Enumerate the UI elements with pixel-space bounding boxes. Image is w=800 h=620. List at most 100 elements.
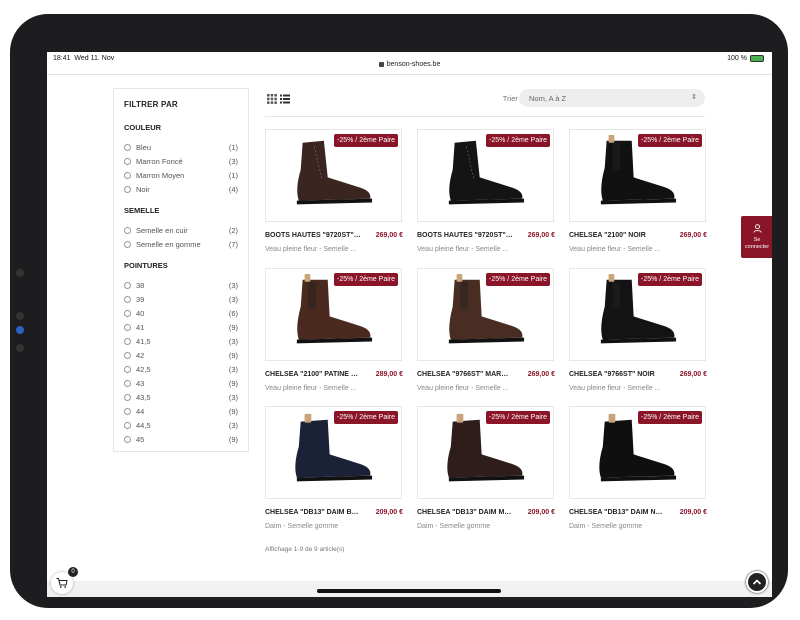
radio-icon[interactable] xyxy=(124,226,131,234)
filter-option-count: (3) xyxy=(228,156,238,166)
radio-icon[interactable] xyxy=(124,421,131,429)
product-card[interactable]: -25% / 2ème Paire CHELSEA "2100" NOIR 269,… xyxy=(569,129,707,253)
radio-icon[interactable] xyxy=(124,295,131,303)
radio-icon[interactable] xyxy=(124,393,131,401)
product-name[interactable]: CHELSEA "9766ST" NOIR xyxy=(569,371,665,378)
radio-icon[interactable] xyxy=(124,351,131,359)
filter-option-label: 41 xyxy=(136,322,145,332)
sort-select[interactable]: Nom, A à Z ⇕ xyxy=(519,89,705,107)
radio-icon[interactable] xyxy=(124,143,131,151)
side-sensor xyxy=(16,312,24,320)
product-card[interactable]: -25% / 2ème Paire BOOTS HAUTES "9720ST" .… xyxy=(265,129,403,253)
list-view-icon[interactable] xyxy=(280,94,290,104)
filter-option[interactable]: 44 (9) xyxy=(124,404,238,418)
product-name[interactable]: CHELSEA "DB13" DAIM BLE... xyxy=(265,509,361,516)
filter-option[interactable]: 42,5 (3) xyxy=(124,362,238,376)
promo-badge: -25% / 2ème Paire xyxy=(638,411,702,424)
product-title-row: BOOTS HAUTES "9720ST" N... 269,00 € xyxy=(417,232,555,244)
product-price: 289,00 € xyxy=(375,371,403,378)
product-card[interactable]: -25% / 2ème Paire CHELSEA "DB13" DAIM MA.… xyxy=(417,406,555,530)
product-image[interactable]: -25% / 2ème Paire xyxy=(417,129,554,222)
filter-option-count: (3) xyxy=(228,280,238,290)
login-button[interactable]: Se connecter xyxy=(741,216,772,258)
filter-option[interactable]: 43 (9) xyxy=(124,376,238,390)
radio-icon[interactable] xyxy=(124,157,131,165)
product-name[interactable]: BOOTS HAUTES "9720ST" ... xyxy=(265,232,361,239)
grid-view-icon[interactable] xyxy=(267,94,277,104)
product-card[interactable]: -25% / 2ème Paire CHELSEA "2100" PATINE M… xyxy=(265,268,403,392)
filter-option[interactable]: 38 (3) xyxy=(124,278,238,292)
product-image[interactable]: -25% / 2ème Paire xyxy=(569,129,706,222)
product-name[interactable]: CHELSEA "9766ST" MARRO... xyxy=(417,371,513,378)
radio-icon[interactable] xyxy=(124,240,131,248)
product-image[interactable]: -25% / 2ème Paire xyxy=(265,129,402,222)
filter-option[interactable]: 40 (6) xyxy=(124,306,238,320)
product-name[interactable]: CHELSEA "2100" NOIR xyxy=(569,232,665,239)
filter-group-title: POINTURES xyxy=(124,261,168,270)
product-image[interactable]: -25% / 2ème Paire xyxy=(417,268,554,361)
filter-option[interactable]: Marron Foncé (3) xyxy=(124,154,238,168)
product-card[interactable]: -25% / 2ème Paire BOOTS HAUTES "9720ST" N… xyxy=(417,129,555,253)
promo-badge: -25% / 2ème Paire xyxy=(486,134,550,147)
browser-screen: 18:41 Wed 11. Nov 100 % benson-shoes.be … xyxy=(47,52,772,597)
filter-option[interactable]: 41 (9) xyxy=(124,320,238,334)
radio-icon[interactable] xyxy=(124,309,131,317)
product-image[interactable]: -25% / 2ème Paire xyxy=(417,406,554,499)
product-name[interactable]: CHELSEA "2100" PATINE M... xyxy=(265,371,361,378)
product-description: Daim - Semelle gomme xyxy=(569,523,643,530)
radio-icon[interactable] xyxy=(124,365,131,373)
radio-icon[interactable] xyxy=(124,171,131,179)
filter-option-count: (6) xyxy=(228,308,238,318)
product-image[interactable]: -25% / 2ème Paire xyxy=(265,406,402,499)
filter-option[interactable]: 39 (3) xyxy=(124,292,238,306)
cart-button[interactable]: 0 xyxy=(51,567,78,594)
filter-option[interactable]: Marron Moyen (1) xyxy=(124,168,238,182)
product-card[interactable]: -25% / 2ème Paire CHELSEA "9766ST" MARRO.… xyxy=(417,268,555,392)
address-bar[interactable]: benson-shoes.be xyxy=(47,61,772,68)
filter-group-title: COULEUR xyxy=(124,123,162,132)
radio-icon[interactable] xyxy=(124,323,131,331)
filter-option-count: (9) xyxy=(228,434,238,444)
product-title-row: CHELSEA "DB13" DAIM NOIR 209,00 € xyxy=(569,509,707,521)
filter-option[interactable]: 45 (9) xyxy=(124,432,238,446)
product-description: Veau pleine fleur - Semelle ... xyxy=(569,385,661,392)
product-card[interactable]: -25% / 2ème Paire CHELSEA "DB13" DAIM NOI… xyxy=(569,406,707,530)
product-price: 209,00 € xyxy=(375,509,403,516)
radio-icon[interactable] xyxy=(124,379,131,387)
product-title-row: CHELSEA "2100" PATINE M... 289,00 € xyxy=(265,371,403,383)
filter-option[interactable]: Noir (4) xyxy=(124,182,238,196)
product-image[interactable]: -25% / 2ème Paire xyxy=(265,268,402,361)
product-price: 269,00 € xyxy=(375,232,403,239)
product-card[interactable]: -25% / 2ème Paire CHELSEA "9766ST" NOIR 26… xyxy=(569,268,707,392)
filter-option-label: 41,5 xyxy=(136,336,151,346)
product-card[interactable]: -25% / 2ème Paire CHELSEA "DB13" DAIM BLE… xyxy=(265,406,403,530)
filter-option-label: Semelle en gomme xyxy=(136,239,201,249)
filter-option[interactable]: Semelle en gomme (7) xyxy=(124,237,238,251)
product-name[interactable]: BOOTS HAUTES "9720ST" N... xyxy=(417,232,513,239)
filter-option-count: (9) xyxy=(228,406,238,416)
radio-icon[interactable] xyxy=(124,185,131,193)
select-arrows-icon: ⇕ xyxy=(691,94,697,101)
radio-icon[interactable] xyxy=(124,435,131,443)
filter-option-label: Bleu xyxy=(136,142,152,152)
filter-option[interactable]: 43,5 (3) xyxy=(124,390,238,404)
scroll-top-button[interactable] xyxy=(746,571,768,593)
product-title-row: CHELSEA "2100" NOIR 269,00 € xyxy=(569,232,707,244)
product-name[interactable]: CHELSEA "DB13" DAIM NOIR xyxy=(569,509,665,516)
promo-badge: -25% / 2ème Paire xyxy=(334,273,398,286)
product-image[interactable]: -25% / 2ème Paire xyxy=(569,406,706,499)
promo-badge: -25% / 2ème Paire xyxy=(638,134,702,147)
product-name[interactable]: CHELSEA "DB13" DAIM MA... xyxy=(417,509,513,516)
filter-option[interactable]: Semelle en cuir (2) xyxy=(124,223,238,237)
product-description: Daim - Semelle gomme xyxy=(417,523,491,530)
radio-icon[interactable] xyxy=(124,407,131,415)
filter-option-label: 45 xyxy=(136,434,145,444)
radio-icon[interactable] xyxy=(124,337,131,345)
filter-option[interactable]: 44,5 (3) xyxy=(124,418,238,432)
filter-option[interactable]: Bleu (1) xyxy=(124,140,238,154)
product-image[interactable]: -25% / 2ème Paire xyxy=(569,268,706,361)
filter-option[interactable]: 42 (9) xyxy=(124,348,238,362)
login-label: Se connecter xyxy=(744,237,770,250)
radio-icon[interactable] xyxy=(124,281,131,289)
filter-option[interactable]: 41,5 (3) xyxy=(124,334,238,348)
